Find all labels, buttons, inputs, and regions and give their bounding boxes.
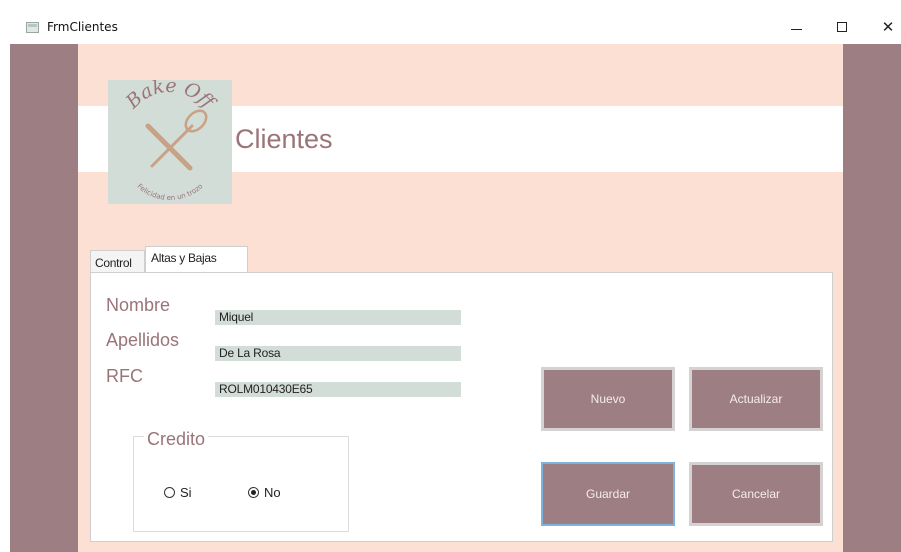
tab-page-altas-y-bajas: Nombre Miquel Apellidos De La Rosa RFC R…	[90, 272, 833, 542]
radio-si-circle[interactable]	[164, 487, 175, 498]
radio-no[interactable]: No	[248, 485, 281, 500]
maximize-button[interactable]	[819, 10, 865, 44]
logo-tagline-text: Felicidad en un trozo	[136, 182, 205, 202]
tab-altas-y-bajas[interactable]: Altas y Bajas	[145, 246, 248, 272]
radio-no-label: No	[264, 485, 281, 500]
credito-title: Credito	[144, 429, 209, 450]
guardar-button[interactable]: Guardar	[541, 462, 675, 526]
main-panel: Bake Off Felicidad en un trozo Clientes …	[78, 44, 843, 552]
bake-off-logo: Bake Off Felicidad en un trozo	[108, 80, 232, 204]
radio-si[interactable]: Si	[164, 485, 192, 500]
logo-graphic: Bake Off Felicidad en un trozo	[121, 80, 221, 202]
minimize-button[interactable]	[773, 10, 819, 44]
nombre-field[interactable]: Miquel	[215, 310, 461, 325]
rolling-pin-whisk-icon	[145, 109, 208, 171]
logo-brand-text: Bake Off	[121, 80, 221, 115]
window-title: FrmClientes	[47, 20, 118, 34]
cancelar-button[interactable]: Cancelar	[689, 462, 823, 526]
title-bar[interactable]: FrmClientes ✕	[10, 10, 901, 44]
radio-no-circle[interactable]	[248, 487, 259, 498]
maximize-icon	[837, 22, 847, 32]
form-client-area: Bake Off Felicidad en un trozo Clientes …	[10, 44, 901, 552]
app-icon	[26, 22, 39, 33]
apellidos-label: Apellidos	[106, 330, 180, 350]
rfc-label: RFC	[106, 366, 143, 386]
apellidos-field[interactable]: De La Rosa	[215, 346, 461, 361]
rfc-field[interactable]: ROLM010430E65	[215, 382, 461, 397]
actualizar-button[interactable]: Actualizar	[689, 367, 823, 431]
close-button[interactable]: ✕	[865, 10, 901, 44]
app-window: FrmClientes ✕ Bake Off Felicidad en un t…	[0, 0, 901, 552]
page-title: Clientes	[235, 124, 333, 154]
svg-text:Bake Off: Bake Off	[121, 80, 221, 115]
svg-text:Felicidad en un trozo: Felicidad en un trozo	[136, 182, 205, 202]
radio-si-label: Si	[180, 485, 192, 500]
nombre-label: Nombre	[106, 295, 171, 315]
tab-control[interactable]: Control	[90, 250, 145, 272]
credito-groupbox: Credito Si No	[133, 429, 349, 532]
close-icon: ✕	[881, 18, 895, 36]
nuevo-button[interactable]: Nuevo	[541, 367, 675, 431]
minimize-icon	[790, 28, 802, 30]
